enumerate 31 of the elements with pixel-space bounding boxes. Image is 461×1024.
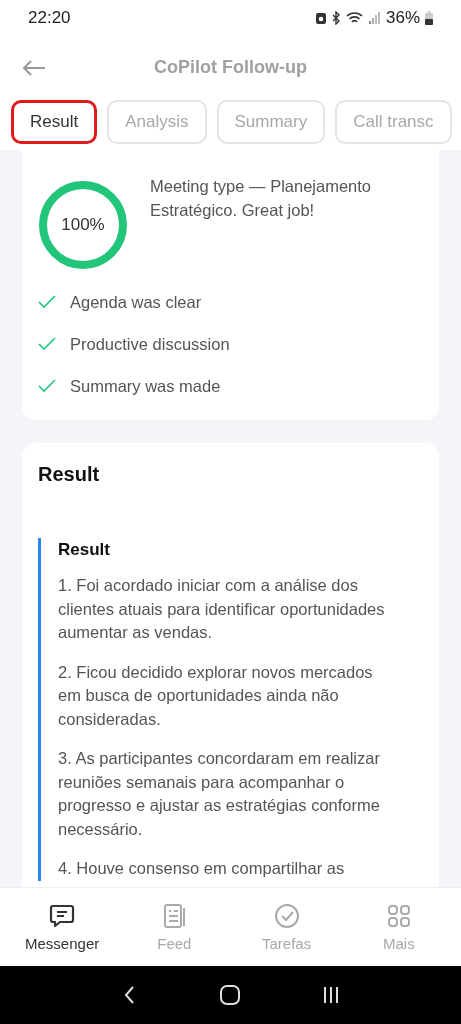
tab[interactable]: Analysis [107,100,207,144]
criterion-label: Agenda was clear [70,292,202,312]
result-paragraph: 3. As participantes concordaram em realizar reuniões semanais para acompanhar o progresso e ajustar as estratégias conforme necessário. [58,748,381,840]
section-title: Result [58,539,111,560]
nav-item[interactable]: Feed [118,902,231,952]
card-title: Result [38,463,101,486]
tab[interactable]: Call transc [335,100,452,144]
tab[interactable]: Summary [216,100,326,144]
status-time: 22:20 [28,7,71,28]
back-arrow-icon[interactable] [22,58,46,77]
wifi-icon [345,10,364,25]
camera-icon [315,11,326,24]
chat-icon [48,902,77,930]
nav-item[interactable]: Tarefas [230,902,343,952]
criterion-label: Summary was made [70,376,221,396]
battery-percent: 36% [385,7,420,28]
score-percent: 100% [61,215,105,235]
page-title: CoPilot Follow-up [154,57,307,77]
tab[interactable]: Result [11,100,98,144]
result-paragraph: 2. Ficou decidido explorar novos mercados em busca de oportunidades ainda não consideradas. [58,661,374,730]
check-circle-icon [272,902,301,930]
result-paragraph: 4. Houve consenso em compartilhar as [58,858,346,879]
criterion-label: Productive discussion [70,334,230,354]
home-icon[interactable] [219,984,242,1006]
nav-item[interactable]: Messenger [6,902,119,952]
bluetooth-icon [330,10,341,25]
battery-icon [425,10,433,25]
result-paragraph: 1. Foi acordado iniciar com a análise dos clientes atuais para identificar oportunidades aumentar as vendas. [58,575,386,643]
signal-icon [368,11,381,24]
nav-item[interactable]: Mais [342,902,455,952]
meeting-message: Meeting type — Planejamento Estratégico. Great job! [150,176,373,221]
